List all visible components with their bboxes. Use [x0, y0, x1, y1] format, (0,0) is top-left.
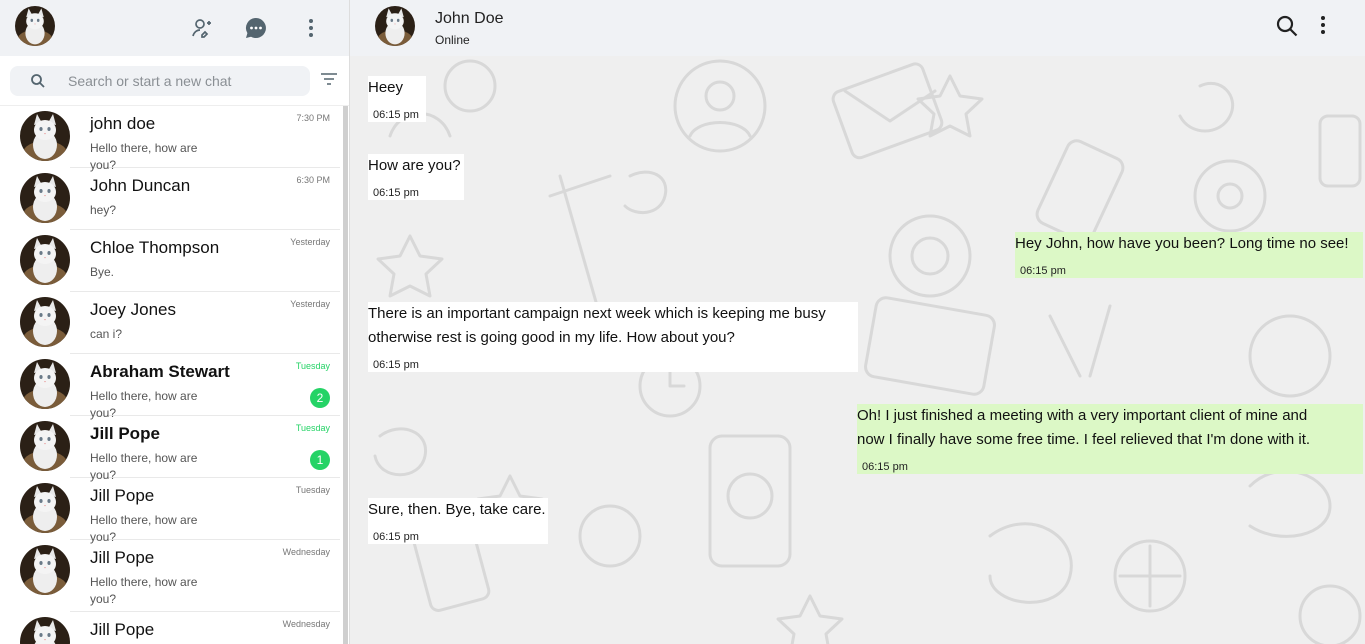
- contact-avatar[interactable]: [375, 6, 415, 46]
- search-input[interactable]: [68, 66, 298, 96]
- chat-time: Wednesday: [282, 547, 330, 557]
- chat-list-item[interactable]: Joey Jones can i? Yesterday: [0, 292, 340, 354]
- incoming-message[interactable]: Heey 06:15 pm: [368, 76, 426, 122]
- message-text: There is an important campaign next week…: [368, 305, 826, 322]
- chat-sidebar: john doeHello there, how are you?7:30 PM…: [0, 0, 350, 644]
- menu-dots-icon[interactable]: [1320, 14, 1326, 41]
- chat-list-item[interactable]: Jill Pope Hello there, how are you? Tuesda…: [0, 416, 340, 482]
- chat-list-scrollbar[interactable]: [343, 106, 348, 644]
- my-avatar[interactable]: [15, 6, 55, 46]
- chat-bubble-icon[interactable]: [242, 14, 270, 42]
- chat-time: Yesterday: [290, 299, 330, 309]
- chat-preview: Bye.: [90, 265, 115, 279]
- message-text: How are you?: [368, 157, 461, 174]
- avatar: [20, 359, 70, 409]
- chat-preview: hey?: [90, 203, 117, 217]
- outgoing-message[interactable]: Oh! I just finished a meeting with a ver…: [857, 404, 1363, 474]
- chat-time: Yesterday: [290, 237, 330, 247]
- chat-time: 6:30 PM: [296, 175, 330, 185]
- message-text: Hey John, how have you been? Long time n…: [1015, 235, 1349, 252]
- chat-preview: Hello there, how are you?: [90, 575, 198, 606]
- chat-name: John Duncan: [90, 176, 191, 195]
- message-text: Heey: [368, 79, 404, 96]
- chat-time: Wednesday: [282, 619, 330, 629]
- chat-name: Jill Pope: [90, 620, 155, 639]
- chat-name: Abraham Stewart: [90, 362, 230, 381]
- avatar: [20, 545, 70, 595]
- conversation-header: John Doe Online: [350, 0, 1365, 56]
- avatar: [20, 297, 70, 347]
- chat-list-item-body: Abraham Stewart Hello there, how are you?…: [70, 354, 340, 420]
- chat-time: Tuesday: [295, 361, 330, 371]
- chat-list-item[interactable]: Abraham Stewart Hello there, how are you?…: [0, 354, 340, 420]
- message-time: 06:15 pm: [1020, 265, 1066, 277]
- chat-name: Jill Pope: [90, 548, 155, 567]
- chat-list-item-body: Jill Pope Wednesday: [70, 612, 340, 644]
- chat-list: john doe Hello there, how are you? 7:30 PM…: [0, 106, 340, 644]
- avatar: [20, 617, 70, 644]
- outgoing-message[interactable]: Hey John, how have you been? Long time n…: [1015, 232, 1363, 278]
- avatar: [20, 483, 70, 533]
- incoming-message[interactable]: How are you? 06:15 pm: [368, 154, 464, 200]
- filter-icon[interactable]: [320, 72, 338, 91]
- chat-time: Tuesday: [295, 423, 330, 433]
- chat-name: Joey Jones: [90, 300, 176, 319]
- chat-list-item-body: Jill Pope Hello there, how are you? Tuesda…: [70, 416, 340, 482]
- avatar: [20, 235, 70, 285]
- chat-list-item[interactable]: John Duncan hey? 6:30 PM: [0, 168, 340, 230]
- chat-list-item[interactable]: Chloe Thompson Bye. Yesterday: [0, 230, 340, 292]
- chat-list-item-body: Jill Pope Hello there, how are you? Wednes…: [70, 540, 340, 612]
- chat-list-item-body: Chloe Thompson Bye. Yesterday: [70, 230, 340, 292]
- conversation-panel: John Doe Online Heey 06:15 pm How are yo…: [350, 0, 1365, 644]
- chat-name: Jill Pope: [90, 486, 155, 505]
- chat-list-item-body: Joey Jones can i? Yesterday: [70, 292, 340, 354]
- message-text: Sure, then. Bye, take care.: [368, 501, 546, 518]
- message-text: otherwise rest is going good in my life.…: [368, 329, 735, 346]
- chat-preview: can i?: [90, 327, 123, 341]
- menu-dots-icon[interactable]: [297, 14, 325, 42]
- unread-badge: 1: [310, 450, 330, 470]
- chat-list-item[interactable]: Jill Pope Hello there, how are you? Wednes…: [0, 540, 340, 612]
- chat-list-item[interactable]: Jill Pope Wednesday: [0, 612, 340, 644]
- sidebar-header: [0, 0, 349, 56]
- chat-list-item-body: John Duncan hey? 6:30 PM: [70, 168, 340, 230]
- message-text: Oh! I just finished a meeting with a ver…: [857, 407, 1308, 424]
- chat-name: Chloe Thompson: [90, 238, 220, 257]
- unread-badge: 2: [310, 388, 330, 408]
- message-text: now I finally have some free time. I fee…: [857, 431, 1311, 448]
- message-time: 06:15 pm: [373, 531, 419, 543]
- avatar: [20, 421, 70, 471]
- chat-list-item-body: john doe Hello there, how are you? 7:30 PM: [70, 106, 340, 172]
- new-contact-icon[interactable]: [188, 14, 216, 42]
- message-time: 06:15 pm: [373, 109, 419, 121]
- avatar: [20, 111, 70, 161]
- incoming-message[interactable]: There is an important campaign next week…: [368, 302, 858, 372]
- chat-list-item[interactable]: john doe Hello there, how are you? 7:30 PM: [0, 106, 340, 172]
- avatar: [20, 173, 70, 223]
- chat-name: Jill Pope: [90, 424, 160, 443]
- contact-status: Online: [435, 33, 470, 47]
- chat-name: john doe: [90, 114, 156, 133]
- search-row: [0, 56, 349, 106]
- incoming-message[interactable]: Sure, then. Bye, take care. 06:15 pm: [368, 498, 548, 544]
- message-time: 06:15 pm: [373, 359, 419, 371]
- chat-list-item-body: Jill Pope Hello there, how are you? Tuesda…: [70, 478, 340, 544]
- message-time: 06:15 pm: [373, 187, 419, 199]
- chat-time: Tuesday: [295, 485, 330, 495]
- message-time: 06:15 pm: [862, 461, 908, 473]
- contact-name[interactable]: John Doe: [435, 10, 504, 28]
- chat-list-item[interactable]: Jill Pope Hello there, how are you? Tuesda…: [0, 478, 340, 544]
- search-box: [10, 66, 310, 96]
- search-icon: [30, 73, 46, 94]
- search-icon[interactable]: [1275, 14, 1299, 43]
- chat-time: 7:30 PM: [296, 113, 330, 123]
